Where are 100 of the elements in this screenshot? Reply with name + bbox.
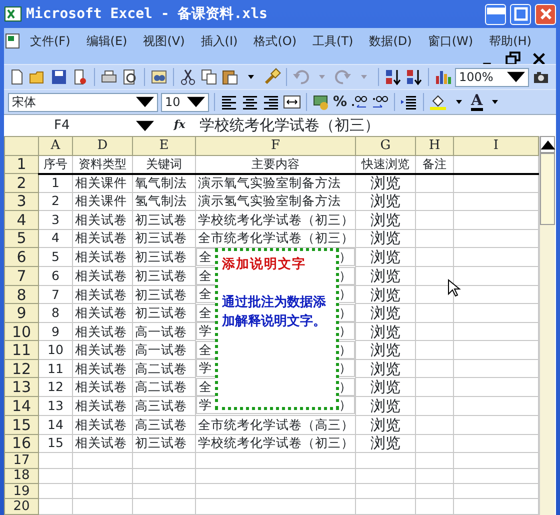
menu-item[interactable]: 数据(D)	[361, 32, 420, 50]
table-cell: ）	[339, 323, 352, 340]
save-icon[interactable]	[50, 68, 68, 86]
mouse-pointer-icon	[445, 279, 463, 297]
binoculars-icon[interactable]	[150, 68, 168, 86]
copy-icon[interactable]	[200, 68, 218, 86]
sort-ascending-icon[interactable]	[384, 68, 402, 86]
indent-icon[interactable]	[400, 93, 418, 111]
column-header[interactable]: A	[38, 136, 72, 156]
formula-input[interactable]: 学校统考化学试卷（初三）	[199, 114, 380, 137]
row-header[interactable]: 12	[4, 359, 38, 378]
menu-item[interactable]: 格式(O)	[246, 32, 305, 50]
row-header[interactable]: 17	[4, 452, 38, 468]
table-cell: ）	[339, 304, 352, 321]
bar-chart-icon[interactable]	[434, 68, 452, 86]
table-cell: 全	[199, 268, 212, 284]
row-header[interactable]: 4	[4, 210, 38, 230]
menu-item[interactable]: 帮助(H)	[481, 32, 540, 50]
column-header[interactable]: E	[132, 136, 196, 156]
window-title: Microsoft Excel - 备课资料.xls	[26, 4, 268, 24]
maximize-button[interactable]	[510, 4, 531, 24]
row-header[interactable]: 6	[4, 248, 38, 267]
row-header[interactable]: 18	[4, 468, 38, 484]
menu-item[interactable]: 编辑(E)	[78, 32, 136, 50]
table-cell: 2	[52, 193, 60, 208]
row-header[interactable]: 20	[4, 498, 38, 514]
row-header[interactable]: 1	[4, 155, 38, 174]
row-header[interactable]: 13	[4, 378, 38, 396]
currency-icon[interactable]	[312, 93, 330, 111]
row-header[interactable]: 15	[4, 416, 38, 434]
row-header[interactable]: 2	[4, 174, 38, 192]
format-painter-icon[interactable]	[263, 68, 281, 86]
menu-item[interactable]: 工具(T)	[304, 32, 362, 50]
row-header[interactable]: 9	[4, 304, 38, 322]
table-cell: 相关试卷	[75, 398, 127, 413]
row-header[interactable]: 14	[4, 396, 38, 416]
table-cell: 浏览	[370, 435, 400, 452]
table-cell: ）	[339, 286, 352, 302]
table-cell: ）	[339, 378, 352, 395]
align-left-icon[interactable]	[220, 93, 238, 111]
minimize-button[interactable]	[485, 4, 506, 24]
table-cell: 备注	[422, 157, 446, 172]
font-size-dropdown[interactable]: 10	[161, 92, 209, 112]
row-header[interactable]: 3	[4, 192, 38, 211]
table-cell: 相关试卷	[75, 286, 127, 302]
table-cell: 6	[52, 268, 60, 283]
menu-item[interactable]: 窗口(W)	[420, 32, 482, 50]
column-header[interactable]: F	[196, 136, 356, 156]
close-button[interactable]	[535, 4, 556, 24]
scroll-thumb[interactable]	[540, 153, 555, 225]
table-cell: 浏览	[370, 248, 400, 266]
fill-color-icon[interactable]	[429, 93, 448, 111]
zoom-dropdown[interactable]: 100%	[455, 68, 529, 86]
table-cell: 浏览	[370, 416, 400, 434]
row-header[interactable]: 11	[4, 340, 38, 360]
table-cell: 高一试卷	[135, 324, 187, 339]
row-header[interactable]: 19	[4, 483, 38, 499]
table-cell: 氢气制法	[135, 193, 187, 208]
table-cell: 全市统考化学试卷（高三）	[198, 416, 354, 432]
column-header[interactable]: D	[72, 136, 132, 156]
scroll-up-button[interactable]	[540, 136, 555, 153]
percent-button[interactable]: %	[333, 92, 348, 112]
cut-icon[interactable]	[179, 68, 197, 86]
name-box[interactable]: F4	[4, 115, 154, 136]
paste-icon[interactable]	[221, 68, 239, 86]
table-cell: 12	[48, 379, 64, 394]
insert-function-button[interactable]: fx	[174, 117, 186, 134]
row-header[interactable]: 10	[4, 322, 38, 341]
font-color-button[interactable]: A	[471, 93, 483, 111]
merge-center-icon[interactable]	[283, 93, 301, 111]
align-center-icon[interactable]	[241, 93, 259, 111]
table-cell: 9	[52, 324, 60, 339]
row-header[interactable]: 16	[4, 434, 38, 453]
align-right-icon[interactable]	[262, 93, 280, 111]
column-header[interactable]: H	[416, 136, 454, 156]
column-header[interactable]: I	[454, 136, 538, 156]
menu-item[interactable]: 视图(V)	[135, 32, 193, 50]
table-cell: 相关试卷	[75, 212, 127, 227]
menu-item[interactable]: 插入(I)	[192, 32, 246, 50]
table-cell: 序号	[44, 157, 68, 172]
table-cell: 演示氧气实验室制备方法	[198, 175, 341, 190]
menu-item[interactable]: 文件(F)	[22, 32, 78, 50]
table-cell: 浏览	[370, 397, 400, 414]
table-cell: 10	[48, 342, 64, 358]
table-cell: 13	[48, 398, 64, 413]
row-header[interactable]: 7	[4, 266, 38, 286]
table-cell: 初三试卷	[135, 230, 187, 246]
table-cell: ）	[339, 342, 352, 358]
table-cell: 全市统考化学试卷（初三）	[198, 230, 354, 246]
table-cell: 氧气制法	[135, 175, 187, 190]
row-header[interactable]: 8	[4, 285, 38, 304]
row-header[interactable]: 5	[4, 229, 38, 248]
font-name-dropdown[interactable]: 宋体	[8, 92, 158, 112]
table-cell: 初三试卷	[135, 212, 187, 227]
table-cell: ）	[339, 360, 352, 376]
table-cell: 全	[199, 286, 212, 302]
table-cell: 全	[199, 342, 212, 358]
table-cell: 浏览	[370, 360, 400, 377]
column-header[interactable]: G	[356, 136, 416, 156]
sort-descending-icon[interactable]	[405, 68, 423, 86]
